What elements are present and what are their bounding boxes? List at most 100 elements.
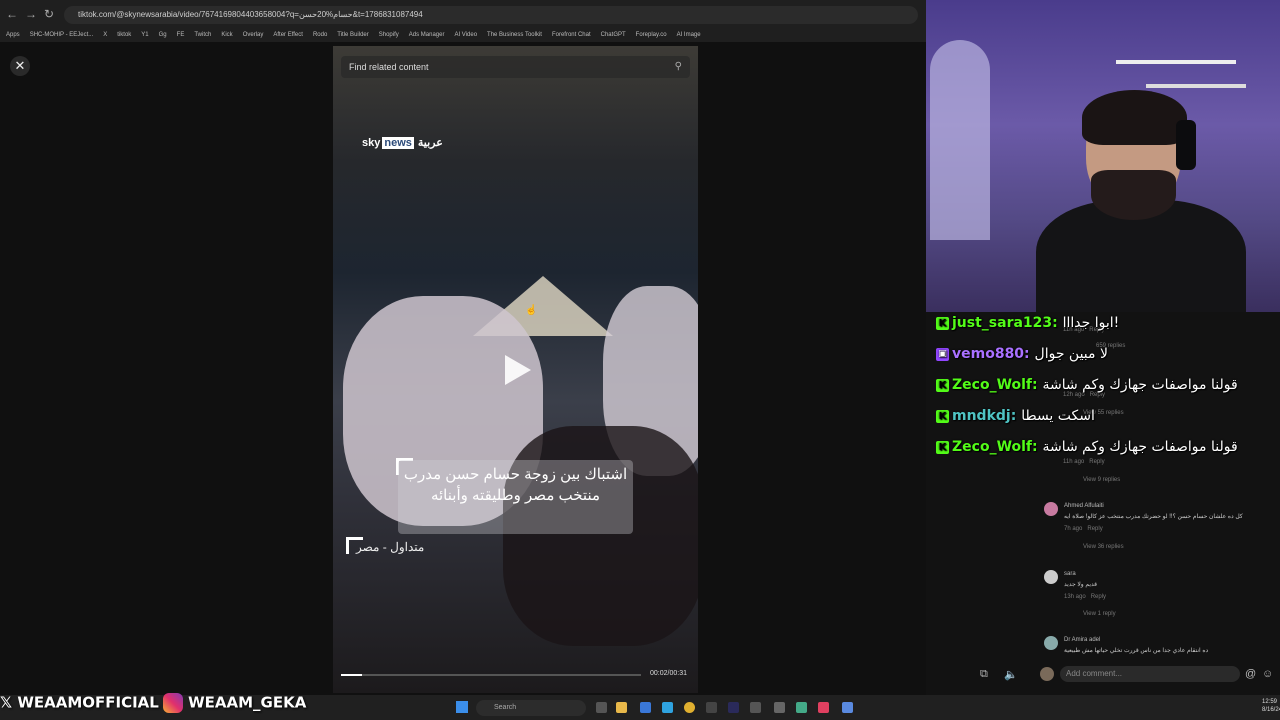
video-progress-bar[interactable] — [341, 674, 641, 676]
avatar[interactable] — [1044, 502, 1058, 516]
instagram-icon — [162, 693, 183, 713]
comment-author[interactable]: Dr Amira adel — [1064, 637, 1100, 643]
play-icon[interactable] — [505, 355, 531, 385]
app-icon[interactable] — [706, 702, 717, 713]
volume-icon[interactable]: 🔈 — [1004, 668, 1018, 681]
chat-username: just_sara123: — [952, 315, 1058, 331]
bookmark-item[interactable]: tiktok — [117, 28, 131, 42]
search-icon[interactable]: ⚲ — [675, 56, 682, 78]
webcam-overlay — [926, 0, 1280, 312]
chat-message: Kjust_sara123: ابوا جدااا! — [936, 308, 1238, 339]
bookmark-item[interactable]: The Business Toolkit — [487, 28, 542, 42]
reload-icon[interactable]: ↻ — [44, 7, 54, 21]
comment-author[interactable]: Ahmed Alfulaiti — [1064, 503, 1104, 509]
chat-message: Kmndkdj: اسكت يسطا — [936, 401, 1238, 432]
mouse-cursor-icon: ☝ — [525, 305, 538, 316]
view-replies[interactable]: View 36 replies — [1083, 544, 1124, 550]
x-handle: WEAAMOFFICIAL — [17, 693, 159, 712]
bookmark-item[interactable]: Kick — [221, 28, 232, 42]
sky-news-logo: sky news عربية — [362, 136, 443, 149]
logo-arabic-text: عربية — [417, 137, 443, 149]
comment-text: ده انتقام عادي جدا من ناس قررت تخلي حيات… — [1064, 648, 1209, 654]
app-icon[interactable] — [750, 702, 761, 713]
chat-message: K Zeco_Wolf: قولنا مواصفات جهازك وكم شاشة — [936, 370, 1238, 401]
app-icon[interactable] — [796, 702, 807, 713]
view-replies[interactable]: View 9 replies — [1083, 477, 1120, 483]
windows-start-icon[interactable] — [456, 701, 468, 713]
bookmark-item[interactable]: Foreplay.co — [636, 28, 667, 42]
premiere-icon[interactable] — [728, 702, 739, 713]
bookmark-item[interactable]: Gg — [159, 28, 167, 42]
headphones-icon — [1176, 120, 1196, 170]
taskbar-search[interactable]: Search — [476, 700, 586, 716]
chat-text: قولنا مواصفات جهازك وكم شاشة — [1042, 377, 1238, 393]
bookmark-item[interactable]: Forefront Chat — [552, 28, 591, 42]
related-search-input[interactable]: Find related content ⚲ — [341, 56, 690, 78]
chat-text: لا مبين جوال — [1034, 346, 1108, 362]
reply-link[interactable]: Reply — [1091, 594, 1106, 600]
edge-icon[interactable] — [640, 702, 651, 713]
logo-sky-text: sky — [362, 137, 381, 149]
bookmark-item[interactable]: After Effect — [273, 28, 303, 42]
avatar — [1040, 667, 1054, 681]
chrome-icon[interactable] — [684, 702, 695, 713]
mini-player-icon[interactable]: ⧉ — [980, 668, 988, 681]
chat-username: vemo880: — [952, 346, 1030, 362]
emoji-icon[interactable]: ☺ — [1262, 668, 1273, 680]
search-placeholder: Find related content — [349, 62, 429, 72]
bookmark-item[interactable]: Overlay — [243, 28, 264, 42]
mention-icon[interactable]: @ — [1245, 668, 1256, 680]
bookmark-item[interactable]: FE — [177, 28, 185, 42]
tiktok-app-icon[interactable] — [818, 702, 829, 713]
bookmark-item[interactable]: SHC-MOHIP - EEJect... — [30, 28, 94, 42]
comment-text: كل ده علشان حسام حسن ؟!! لو حضرتك مدرب م… — [1064, 514, 1243, 520]
bookmark-item[interactable]: AI Video — [454, 28, 477, 42]
file-explorer-icon[interactable] — [616, 702, 627, 713]
bookmark-item[interactable]: X — [103, 28, 107, 42]
app-icon[interactable] — [774, 702, 785, 713]
bookmark-item[interactable]: Title Builder — [337, 28, 368, 42]
comment-author[interactable]: sara — [1064, 571, 1076, 577]
video-time: 00:02/00:31 — [650, 670, 687, 677]
webcam-door — [930, 40, 990, 240]
webcam-shelf — [1146, 84, 1246, 88]
kick-icon: K — [936, 409, 949, 423]
bookmark-item[interactable]: Y1 — [141, 28, 148, 42]
chat-message: ▣ vemo880: لا مبين جوال — [936, 339, 1238, 370]
taskview-icon[interactable] — [596, 702, 607, 713]
browser-toolbar: ← → ↻ tiktok.com/@skynewsarabia/video/76… — [0, 0, 926, 28]
bookmarks-bar: Apps SHC-MOHIP - EEJect... Xtiktok Y1 Gg FE Tw… — [0, 28, 926, 42]
edge-browser-icon[interactable] — [662, 702, 673, 713]
stream-chat-overlay: Kjust_sara123: ابوا جدااا! ▣ vemo880: لا م… — [936, 308, 1238, 463]
back-icon[interactable]: ← — [6, 7, 18, 21]
close-button[interactable]: ✕ — [10, 56, 30, 76]
reply-link[interactable]: Reply — [1087, 526, 1102, 532]
bookmark-item[interactable]: AI Image — [677, 28, 701, 42]
view-replies[interactable]: View 1 reply — [1083, 611, 1116, 617]
taskbar-clock[interactable]: 12:59 8/16/24 — [1262, 698, 1280, 714]
bookmark-item[interactable]: Shopify — [379, 28, 399, 42]
bookmark-item[interactable]: Apps — [6, 28, 20, 42]
avatar[interactable] — [1044, 636, 1058, 650]
forward-icon[interactable]: → — [25, 7, 37, 21]
instagram-handle: WEAAM_GEKA — [188, 693, 307, 712]
bookmark-item[interactable]: Ads Manager — [409, 28, 445, 42]
webcam-shelf — [1116, 60, 1236, 64]
streamer-hair — [1082, 90, 1187, 145]
kick-icon: K — [936, 378, 949, 392]
kick-icon: K — [936, 316, 949, 330]
avatar[interactable] — [1044, 570, 1058, 584]
bookmark-item[interactable]: Rodo — [313, 28, 327, 42]
comment-text: قديم ولا جديد — [1064, 582, 1098, 588]
bookmark-item[interactable]: Twitch — [194, 28, 211, 42]
clock-date: 8/16/24 — [1262, 707, 1280, 713]
chat-text: اسكت يسطا — [1021, 408, 1095, 424]
chat-message: K Zeco_Wolf: قولنا مواصفات جهازك وكم شاشة — [936, 432, 1238, 463]
bookmark-item[interactable]: ChatGPT — [601, 28, 626, 42]
app-icon[interactable] — [842, 702, 853, 713]
kick-icon: K — [936, 440, 949, 454]
address-bar[interactable]: tiktok.com/@skynewsarabia/video/76741698… — [64, 6, 918, 24]
video-caption: اشتباك بين زوجة حسام حسن مدرب منتخب مصر … — [398, 460, 633, 534]
logo-news-text: news — [382, 137, 414, 149]
add-comment-input[interactable]: Add comment... — [1060, 666, 1240, 682]
